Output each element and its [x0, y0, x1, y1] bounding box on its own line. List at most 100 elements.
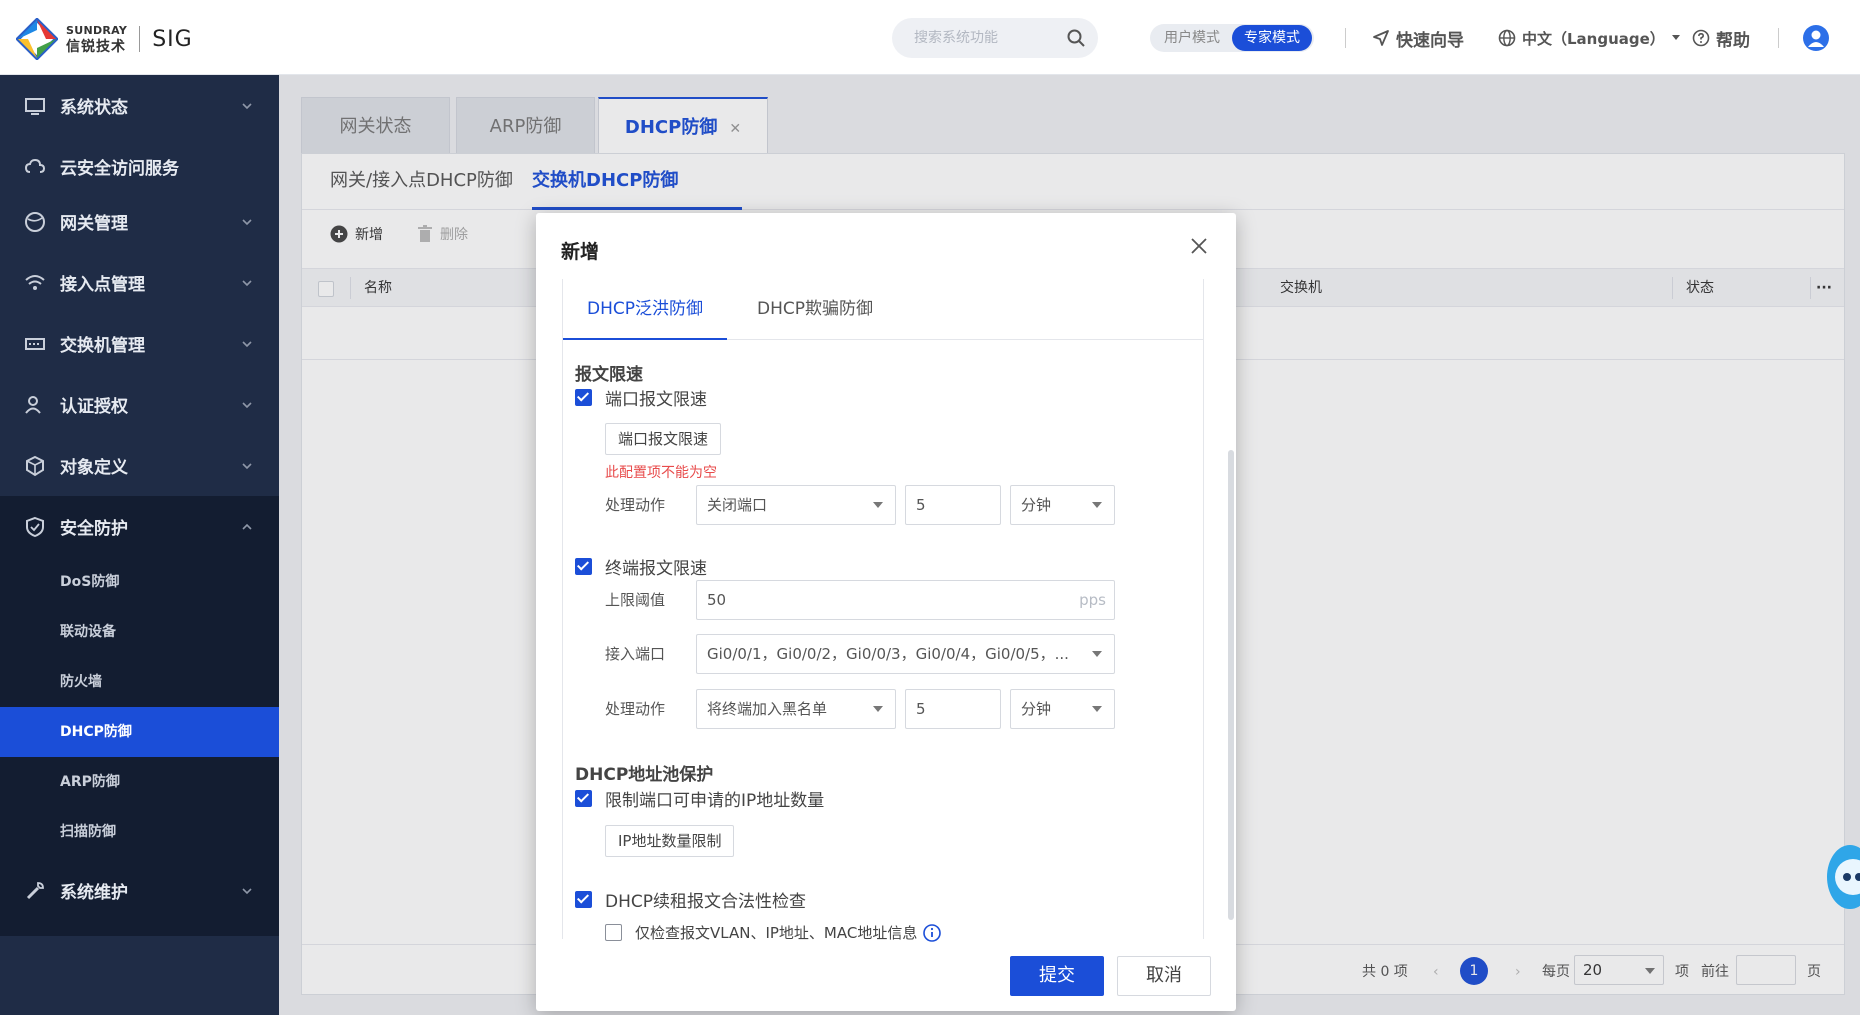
sidebar-subitem-linkage[interactable]: 联动设备	[0, 607, 279, 657]
cancel-button[interactable]: 取消	[1117, 956, 1211, 996]
chevron-down-icon	[242, 340, 252, 347]
sidebar-item-label: 交换机管理	[60, 336, 145, 356]
sidebar-subitem-arp[interactable]: ARP防御	[0, 757, 279, 807]
info-icon[interactable]	[923, 923, 942, 942]
port-action-duration-input[interactable]: 5	[905, 485, 1001, 525]
access-port-select[interactable]: Gi0/0/1，Gi0/0/2，Gi0/0/3，Gi0/0/4，Gi0/0/5，…	[696, 634, 1115, 674]
sidebar-item-object[interactable]: 对象定义	[0, 435, 279, 496]
sidebar-subitem-dos[interactable]: DoS防御	[0, 557, 279, 607]
port-action-duration-value: 5	[916, 496, 926, 514]
upper-limit-input[interactable]: 50 pps	[696, 580, 1115, 620]
cloud-icon	[24, 158, 46, 173]
upper-limit-unit: pps	[1079, 591, 1106, 609]
renew-check-checkbox[interactable]: DHCP续租报文合法性检查	[575, 887, 806, 912]
dialog-tabs: DHCP泛洪防御 DHCP欺骗防御	[562, 279, 1204, 340]
limit-ip-checkbox[interactable]: 限制端口可申请的IP地址数量	[575, 786, 824, 811]
port-rate-checkbox[interactable]: 端口报文限速	[575, 385, 707, 410]
user-icon	[1808, 30, 1824, 47]
sidebar-item-system-status[interactable]: 系统状态	[0, 75, 279, 136]
port-action-select[interactable]: 关闭端口	[696, 485, 896, 525]
terminal-action-duration-value: 5	[916, 700, 926, 718]
only-check-label: 仅检查报文VLAN、IP地址、MAC地址信息	[635, 924, 918, 942]
limit-ip-label: 限制端口可申请的IP地址数量	[605, 791, 825, 811]
sidebar-item-label: 系统状态	[60, 98, 128, 118]
only-check-checkbox[interactable]: 仅检查报文VLAN、IP地址、MAC地址信息	[605, 922, 942, 943]
search-box[interactable]	[892, 18, 1098, 58]
language-selector[interactable]: 中文（Language）	[1498, 25, 1687, 51]
tab-dhcp-flood[interactable]: DHCP泛洪防御	[563, 279, 727, 340]
port-action-unit-value: 分钟	[1021, 496, 1052, 514]
user-avatar[interactable]	[1803, 25, 1829, 51]
globe-icon	[1498, 29, 1516, 47]
terminal-action-value: 将终端加入黑名单	[707, 700, 828, 718]
sidebar-item-access-point[interactable]: 接入点管理	[0, 252, 279, 313]
sidebar-subitem-scan[interactable]: 扫描防御	[0, 807, 279, 857]
shield-icon	[26, 516, 44, 537]
checkbox-unchecked[interactable]	[605, 924, 622, 941]
port-rate-error: 此配置项不能为空	[605, 465, 717, 481]
port-action-unit-select[interactable]: 分钟	[1010, 485, 1115, 525]
sidebar-item-auth[interactable]: 认证授权	[0, 374, 279, 435]
access-port-label: 接入端口	[605, 645, 666, 663]
header-divider	[1345, 28, 1346, 48]
top-header: SUNDRAY 信锐技术 SIG 用户模式 专家模式 快速向导 中文（Langu…	[0, 0, 1860, 75]
checkbox-checked[interactable]	[575, 389, 592, 406]
chevron-down-icon	[242, 462, 252, 469]
user-mode-option[interactable]: 用户模式	[1152, 25, 1232, 51]
globe-icon	[25, 211, 45, 232]
terminal-action-duration-input[interactable]: 5	[905, 689, 1001, 729]
terminal-rate-label: 终端报文限速	[605, 559, 707, 579]
renew-check-label: DHCP续租报文合法性检查	[605, 892, 806, 912]
monitor-icon	[25, 97, 45, 115]
checkbox-checked[interactable]	[575, 790, 592, 807]
help-link[interactable]: 帮助	[1692, 25, 1750, 51]
terminal-action-select[interactable]: 将终端加入黑名单	[696, 689, 896, 729]
access-port-value: Gi0/0/1，Gi0/0/2，Gi0/0/3，Gi0/0/4，Gi0/0/5，…	[707, 645, 1069, 663]
chevron-down-icon	[242, 102, 252, 109]
search-icon[interactable]	[1066, 28, 1086, 48]
port-action-value: 关闭端口	[707, 496, 768, 514]
sidebar-subitem-firewall[interactable]: 防火墙	[0, 657, 279, 707]
sidebar-item-label: 接入点管理	[60, 275, 145, 295]
send-icon	[1373, 30, 1389, 46]
sidebar-item-cloud-access[interactable]: 云安全访问服务	[0, 136, 279, 197]
upper-limit-label: 上限阈值	[605, 591, 666, 609]
dialog-scrollbar[interactable]	[1228, 450, 1234, 920]
wrench-icon	[26, 881, 44, 899]
sidebar-item-maintenance[interactable]: 系统维护	[0, 860, 279, 921]
port-rate-config-button[interactable]: 端口报文限速	[605, 423, 722, 455]
sidebar-item-label: 网关管理	[60, 214, 128, 234]
product-name: SIG	[152, 26, 193, 52]
expert-mode-option[interactable]: 专家模式	[1232, 25, 1312, 51]
terminal-rate-checkbox[interactable]: 终端报文限速	[575, 554, 707, 579]
sidebar-item-label: 安全防护	[60, 519, 128, 539]
quick-guide-link[interactable]: 快速向导	[1372, 25, 1464, 51]
sidebar-item-label: 对象定义	[60, 458, 128, 478]
help-label: 帮助	[1716, 30, 1750, 51]
caret-down-icon	[1671, 35, 1680, 40]
caret-down-icon	[873, 502, 883, 508]
ip-limit-config-button[interactable]: IP地址数量限制	[605, 825, 735, 857]
checkbox-checked[interactable]	[575, 891, 592, 908]
sidebar-item-switch[interactable]: 交换机管理	[0, 313, 279, 374]
tab-dhcp-spoof[interactable]: DHCP欺骗防御	[757, 279, 873, 340]
caret-down-icon	[1092, 502, 1102, 508]
submit-button[interactable]: 提交	[1010, 956, 1104, 996]
port-action-label: 处理动作	[605, 496, 666, 514]
sidebar-subitem-dhcp[interactable]: DHCP防御	[0, 707, 279, 757]
sidebar-item-security[interactable]: 安全防护	[0, 496, 279, 557]
terminal-action-unit-select[interactable]: 分钟	[1010, 689, 1115, 729]
section-address-pool: DHCP地址池保护	[575, 765, 714, 785]
sidebar-item-label: 系统维护	[60, 883, 128, 903]
sidebar-item-label: 认证授权	[60, 397, 128, 417]
checkbox-checked[interactable]	[575, 558, 592, 575]
sidebar: 系统状态 云安全访问服务 网关管理 接入点管理 交换机管理 认证授权 对象定义 …	[0, 75, 279, 1015]
chevron-down-icon	[242, 279, 252, 286]
mode-switch[interactable]: 用户模式 专家模式	[1150, 24, 1314, 52]
chevron-down-icon	[242, 887, 252, 894]
brand-en: SUNDRAY	[66, 23, 128, 37]
sidebar-item-gateway[interactable]: 网关管理	[0, 191, 279, 252]
close-icon[interactable]	[1190, 237, 1208, 255]
sidebar-item-label: 云安全访问服务	[60, 159, 179, 179]
search-input[interactable]	[914, 18, 1064, 58]
